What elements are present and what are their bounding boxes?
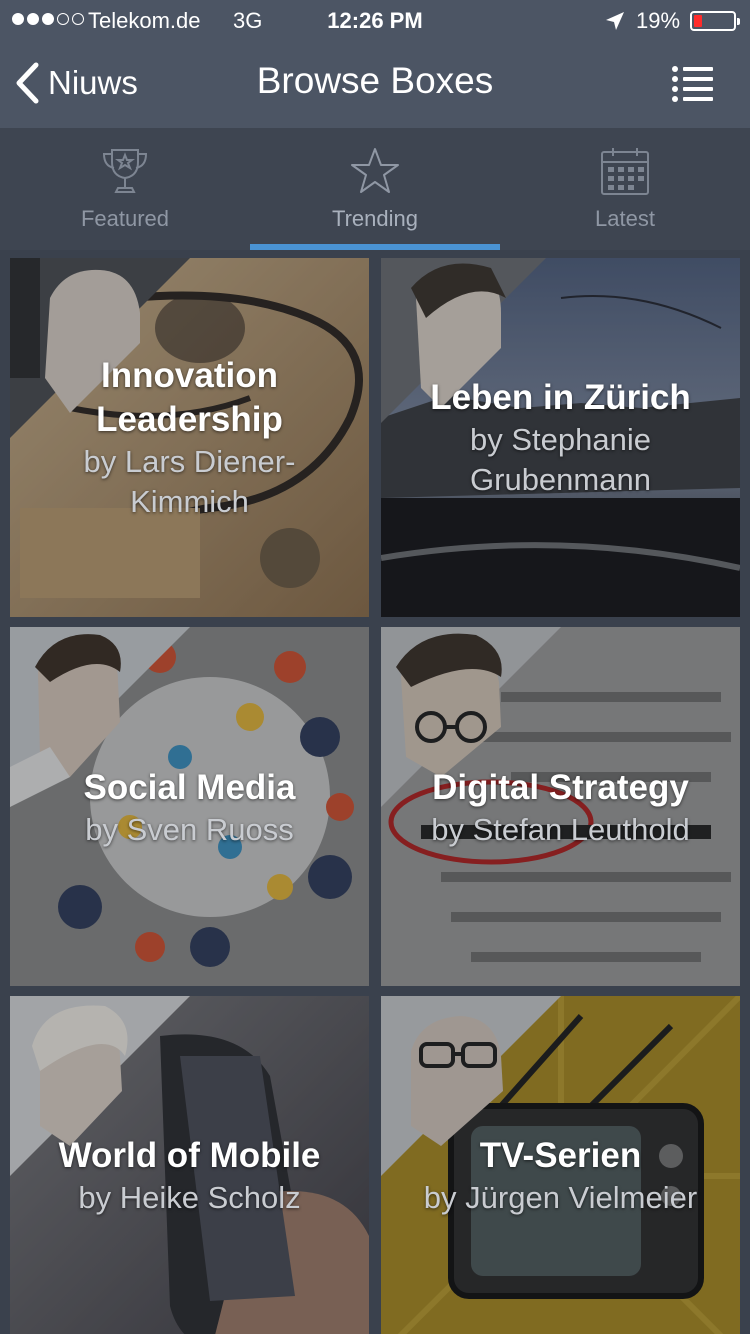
box-title: World of Mobile — [58, 1136, 321, 1175]
battery-icon — [690, 11, 740, 31]
box-text: Leben in Zürich by Stephanie Grubenmann — [381, 376, 740, 500]
top-bar: Telekom.de 3G 12:26 PM 19% Niuws Browse … — [0, 0, 750, 128]
tab-trending-label: Trending — [331, 206, 418, 231]
box-text: TV-Serien by Jürgen Vielmeier — [381, 1134, 740, 1218]
box-card-social-media[interactable]: Social Media by Sven Ruoss — [10, 627, 369, 986]
box-author: by Heike Scholz — [78, 1180, 301, 1215]
tab-trending[interactable]: Trending — [250, 128, 500, 250]
tab-featured-label: Featured — [80, 206, 170, 231]
box-author: by Jürgen Vielmeier — [423, 1180, 698, 1215]
box-text: Social Media by Sven Ruoss — [10, 766, 369, 850]
box-title: TV-Serien — [479, 1136, 642, 1175]
tab-bar: Featured Trending Latest — [0, 128, 750, 250]
battery-percent: 19% — [636, 8, 681, 33]
box-card-innovation-leadership[interactable]: Innovation Leadership by Lars Diener-Kim… — [10, 258, 369, 617]
box-text: Digital Strategy by Stefan Leuthold — [381, 766, 740, 850]
page-title: Browse Boxes — [256, 60, 494, 101]
box-card-digital-strategy[interactable]: Digital Strategy by Stefan Leuthold — [381, 627, 740, 986]
box-title: Innovation Leadership — [96, 356, 283, 439]
list-icon[interactable] — [668, 62, 716, 104]
box-card-tv-serien[interactable]: TV-Serien by Jürgen Vielmeier — [381, 996, 740, 1334]
box-author: by Sven Ruoss — [85, 812, 294, 847]
box-text: World of Mobile by Heike Scholz — [10, 1134, 369, 1218]
box-title: Leben in Zürich — [430, 378, 691, 417]
trophy-icon — [102, 149, 148, 193]
tab-featured[interactable]: Featured — [0, 128, 250, 250]
location-arrow-icon — [606, 12, 624, 30]
box-author: by Lars Diener-Kimmich — [83, 444, 296, 519]
box-text: Innovation Leadership by Lars Diener-Kim… — [10, 354, 369, 522]
star-icon — [351, 148, 399, 193]
box-title: Social Media — [83, 768, 296, 807]
box-title: Digital Strategy — [432, 768, 689, 807]
box-grid: Innovation Leadership by Lars Diener-Kim… — [0, 250, 750, 1334]
box-card-world-of-mobile[interactable]: World of Mobile by Heike Scholz — [10, 996, 369, 1334]
tab-latest[interactable]: Latest — [500, 128, 750, 250]
box-author: by Stefan Leuthold — [431, 812, 690, 847]
box-card-leben-in-zuerich[interactable]: Leben in Zürich by Stephanie Grubenmann — [381, 258, 740, 617]
calendar-icon — [601, 148, 649, 195]
status-bar: Telekom.de 3G 12:26 PM 19% — [0, 0, 750, 40]
tab-latest-label: Latest — [595, 206, 655, 231]
box-author: by Stephanie Grubenmann — [470, 422, 651, 497]
